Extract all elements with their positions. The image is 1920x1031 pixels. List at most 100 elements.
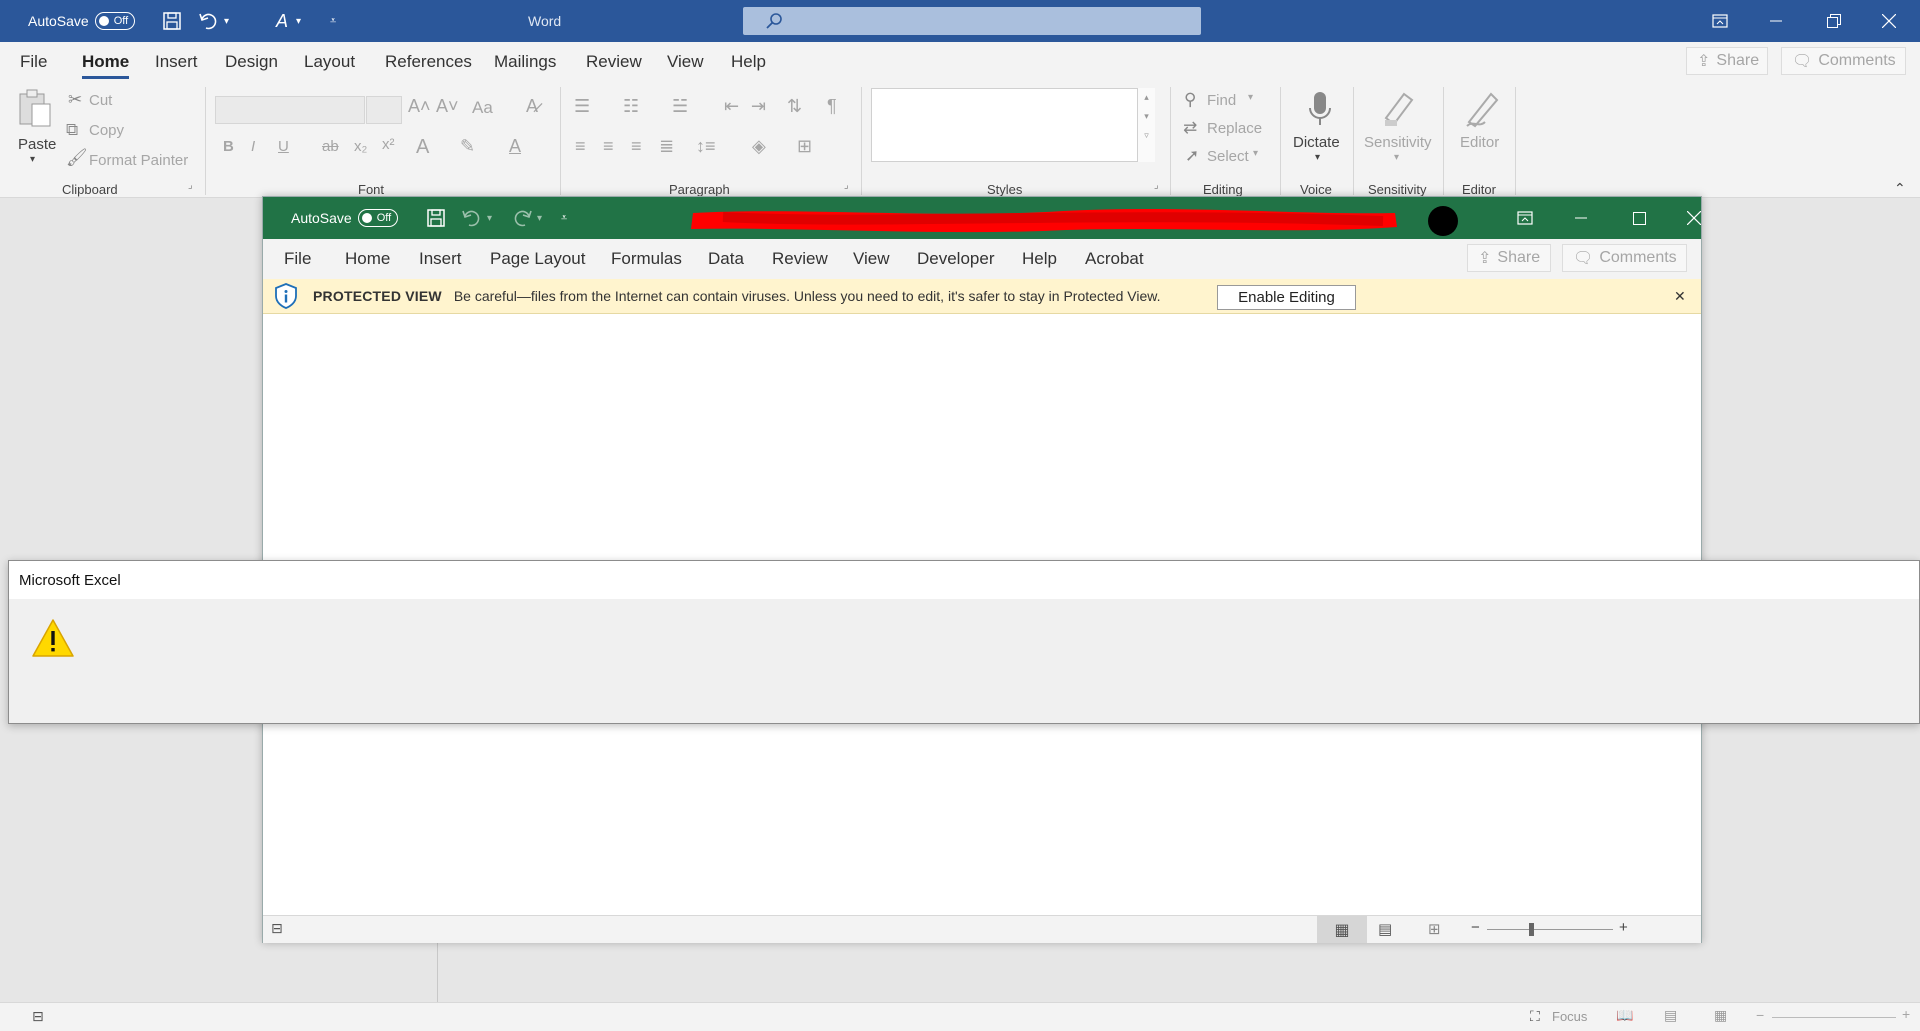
focus-button[interactable]: Focus [1552, 1009, 1587, 1024]
justify-icon[interactable]: ≣ [659, 136, 674, 157]
tab-view[interactable]: View [853, 249, 890, 269]
zoom-in-icon[interactable]: + [1619, 919, 1628, 936]
font-size-combo[interactable] [366, 96, 402, 124]
shading-icon[interactable]: ◈ [752, 136, 766, 157]
align-center-icon[interactable]: ≡ [603, 136, 614, 157]
text-effects-icon[interactable]: A [416, 136, 429, 159]
macro-recording-icon[interactable]: ⊟ [32, 1008, 44, 1025]
zoom-slider[interactable] [1772, 1017, 1896, 1018]
close-button[interactable] [1671, 197, 1717, 239]
ribbon-display-options-icon[interactable] [1697, 0, 1743, 42]
select-button[interactable]: Select [1207, 148, 1249, 165]
increase-indent-icon[interactable]: ⇥ [751, 96, 766, 117]
tab-mailings[interactable]: Mailings [494, 52, 556, 72]
tab-review[interactable]: Review [586, 52, 642, 72]
find-button[interactable]: Find [1207, 92, 1236, 109]
customize-toolbar-icon[interactable]: ⩡ [561, 197, 567, 239]
normal-view-icon[interactable]: ▦ [1317, 916, 1367, 943]
close-button[interactable] [1866, 0, 1912, 42]
maximize-button[interactable] [1616, 197, 1662, 239]
page-layout-view-icon[interactable]: ▤ [1378, 920, 1392, 938]
clear-formatting-icon[interactable]: A̷ [526, 96, 538, 117]
print-layout-icon[interactable]: ▤ [1664, 1007, 1677, 1024]
tab-references[interactable]: References [385, 52, 472, 72]
tab-view[interactable]: View [667, 52, 704, 72]
web-layout-icon[interactable]: ▦ [1714, 1007, 1727, 1024]
tab-help[interactable]: Help [731, 52, 766, 72]
sensitivity-button[interactable]: Sensitivity ▾ [1362, 88, 1436, 174]
shrink-font-icon[interactable]: A˅ [436, 96, 459, 117]
font-color-icon[interactable]: A [509, 136, 521, 157]
tab-help[interactable]: Help [1022, 249, 1057, 269]
show-formatting-icon[interactable]: ¶ [827, 96, 837, 117]
numbering-icon[interactable]: ☷ [623, 96, 639, 117]
minimize-button[interactable] [1753, 0, 1799, 42]
word-autosave[interactable]: AutoSave Off [28, 0, 136, 42]
tab-review[interactable]: Review [772, 249, 828, 269]
multilevel-list-icon[interactable]: ☱ [672, 96, 688, 117]
styles-gallery-scroll[interactable]: ▴ ▾ ▿ [1137, 88, 1155, 162]
enable-editing-button[interactable]: Enable Editing [1217, 285, 1356, 310]
close-bar-icon[interactable]: ✕ [1674, 288, 1686, 305]
excel-autosave[interactable]: AutoSave Off [291, 197, 399, 239]
highlight-icon[interactable]: ✎ [460, 136, 475, 157]
bullets-icon[interactable]: ☰ [574, 96, 590, 117]
zoom-out-icon[interactable]: − [1756, 1007, 1764, 1023]
redo-icon[interactable]: ▾ [511, 197, 542, 239]
subscript-icon[interactable]: x₂ [354, 138, 367, 155]
bold-icon[interactable]: B [223, 138, 234, 155]
font-name-combo[interactable] [215, 96, 365, 124]
editor-button[interactable]: Editor [1454, 88, 1510, 174]
tab-formulas[interactable]: Formulas [611, 249, 682, 269]
minimize-button[interactable] [1558, 197, 1604, 239]
read-mode-icon[interactable]: 📖 [1616, 1007, 1633, 1024]
search-box[interactable] [743, 7, 1201, 35]
dialog-launcher-icon[interactable]: ⌟ [844, 180, 849, 191]
tab-insert[interactable]: Insert [155, 52, 198, 72]
autosave-toggle[interactable]: Off [357, 209, 399, 227]
macro-recording-icon[interactable]: ⊟ [271, 920, 283, 937]
underline-icon[interactable]: U [278, 138, 289, 155]
ribbon-display-options-icon[interactable] [1502, 197, 1548, 239]
collapse-ribbon-icon[interactable]: ⌃ [1894, 180, 1906, 197]
superscript-icon[interactable]: x² [382, 136, 395, 153]
change-case-button[interactable]: Aa [472, 98, 493, 118]
tab-home[interactable]: Home [82, 52, 130, 79]
zoom-in-icon[interactable]: + [1902, 1006, 1910, 1022]
styles-gallery[interactable] [871, 88, 1155, 162]
italic-icon[interactable]: I [251, 138, 255, 155]
tab-insert[interactable]: Insert [419, 249, 462, 269]
paste-button[interactable]: Paste ▾ [16, 88, 56, 168]
save-icon[interactable] [426, 197, 446, 239]
undo-icon[interactable]: ▾ [198, 0, 229, 42]
tab-layout[interactable]: Layout [304, 52, 355, 72]
align-right-icon[interactable]: ≡ [631, 136, 642, 157]
cut-button[interactable]: Cut [89, 92, 112, 109]
autosave-toggle[interactable]: Off [94, 12, 136, 30]
grow-font-icon[interactable]: A˄ [408, 96, 431, 117]
dictate-button[interactable]: Dictate ▾ [1290, 88, 1350, 174]
read-aloud-icon[interactable]: A ▾ [276, 0, 301, 42]
align-left-icon[interactable]: ≡ [575, 136, 586, 157]
format-painter-button[interactable]: Format Painter [89, 152, 188, 169]
tab-file[interactable]: File [284, 249, 311, 269]
decrease-indent-icon[interactable]: ⇤ [724, 96, 739, 117]
tab-home[interactable]: Home [345, 249, 390, 269]
comments-button[interactable]: 🗨 Comments [1562, 244, 1687, 272]
page-break-preview-icon[interactable]: ⊞ [1428, 920, 1441, 938]
save-icon[interactable] [162, 0, 182, 42]
tab-file[interactable]: File [20, 52, 47, 72]
sort-icon[interactable]: ⇅ [787, 96, 802, 117]
tab-developer[interactable]: Developer [917, 249, 995, 269]
tab-page-layout[interactable]: Page Layout [490, 249, 585, 269]
borders-icon[interactable]: ⊞ [797, 136, 812, 157]
tab-design[interactable]: Design [225, 52, 278, 72]
line-spacing-icon[interactable]: ↕≡ [696, 136, 716, 157]
undo-icon[interactable]: ▾ [461, 197, 492, 239]
replace-button[interactable]: Replace [1207, 120, 1262, 137]
zoom-out-icon[interactable]: − [1471, 919, 1480, 936]
zoom-slider[interactable] [1487, 923, 1613, 936]
copy-button[interactable]: Copy [89, 122, 124, 139]
share-button[interactable]: ⇪ Share [1467, 244, 1551, 272]
tab-data[interactable]: Data [708, 249, 744, 269]
